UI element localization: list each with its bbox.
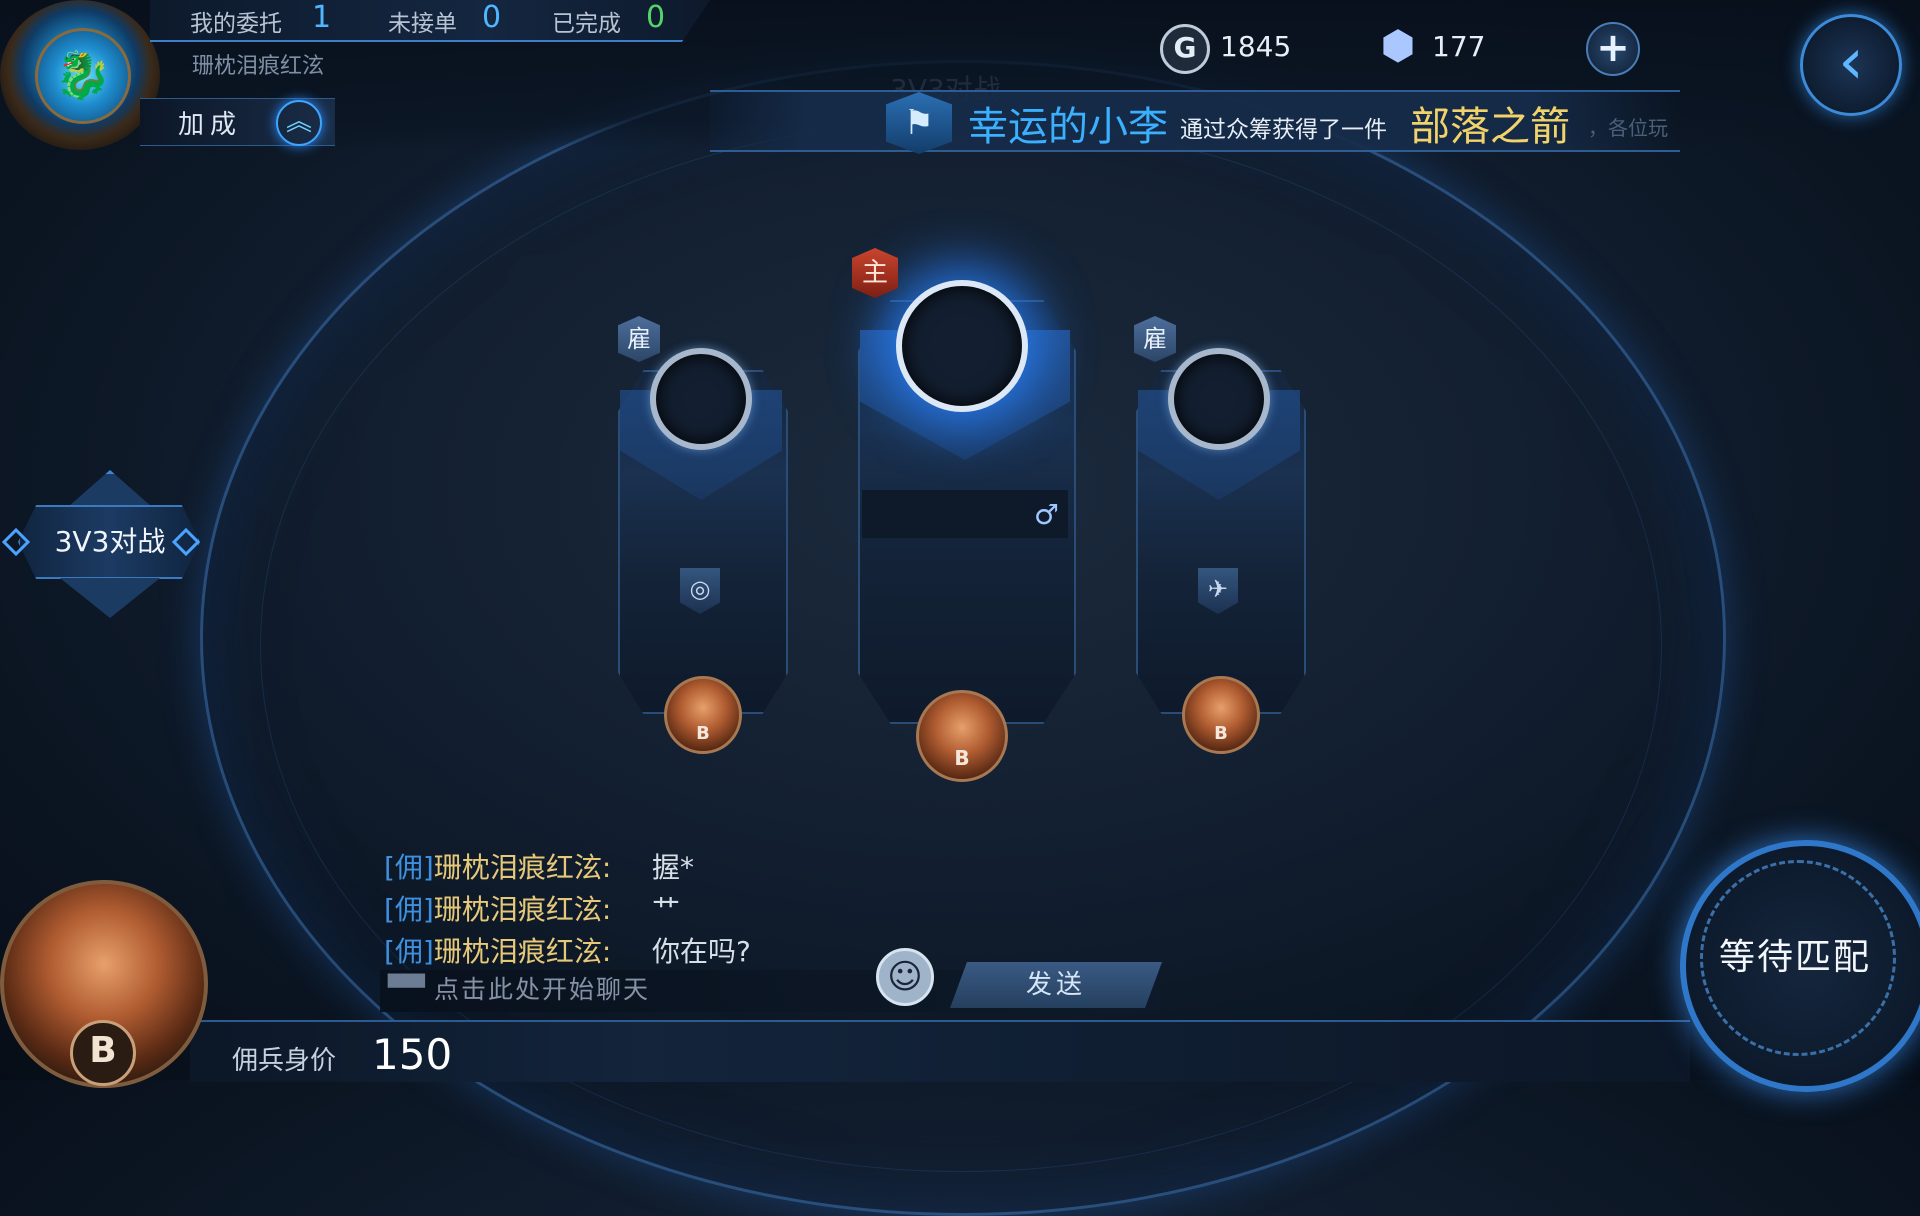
banner-icon: ⚑ (886, 92, 952, 154)
add-currency-button[interactable]: + (1586, 22, 1640, 76)
chat-sender: 珊枕泪痕红泫: (433, 851, 612, 884)
chat-tag: [佣] (384, 935, 434, 968)
rank-medal-left: B (664, 676, 742, 754)
chat-message: [佣]珊枕泪痕红泫: (384, 888, 611, 928)
gold-amount: 1845 (1220, 30, 1292, 63)
chat-tag: [佣] (384, 893, 434, 926)
hire-badge-right: 雇 (1134, 316, 1176, 362)
gem-cube-icon: ⬢ (1380, 23, 1416, 69)
back-button[interactable]: ‹ (1800, 14, 1902, 116)
chat-text: 艹 (652, 893, 681, 926)
rank-medal-right: B (1182, 676, 1260, 754)
send-button[interactable]: 发送 (950, 962, 1162, 1008)
chat-tag: [佣] (384, 851, 434, 884)
match-label[interactable]: 等待匹配 (1700, 928, 1890, 980)
stat-value-completed: 0 (646, 0, 666, 35)
chat-text: 握* (652, 851, 695, 884)
announcement-text: 通过众筹获得了一件 (1180, 117, 1387, 143)
emoji-button[interactable]: ☺ (876, 948, 934, 1006)
announcement-item: 部落之箭 (1410, 104, 1570, 150)
stat-value-unaccepted: 0 (482, 0, 502, 35)
mode-chevron-bottom (60, 578, 160, 618)
bonus-label: 加成 (178, 110, 243, 140)
chat-message: [佣]珊枕泪痕红泫: (384, 846, 611, 886)
chat-sender: 珊枕泪痕红泫: (433, 893, 612, 926)
host-badge: 主 (852, 248, 898, 298)
mercenary-value-label: 佣兵身价 (232, 1046, 337, 1076)
chat-bubble-icon: ▀▀ (388, 974, 425, 1002)
stat-label-completed: 已完成 (552, 11, 621, 37)
chat-sender: 珊枕泪痕红泫: (433, 935, 612, 968)
stat-label-my-orders: 我的委托 (190, 11, 282, 37)
avatar-center[interactable] (896, 280, 1028, 412)
mercenary-value: 150 (372, 1030, 453, 1079)
chat-message: [佣]珊枕泪痕红泫: (384, 930, 611, 970)
hire-badge-left: 雇 (618, 316, 660, 362)
gem-amount: 177 (1432, 30, 1486, 63)
announcement-tail: ，各位玩 (1588, 116, 1668, 140)
chat-placeholder[interactable]: 点击此处开始聊天 (434, 970, 650, 1006)
gold-coin-icon: G (1160, 24, 1210, 74)
player-name: 珊枕泪痕红泫 (192, 54, 325, 79)
chevron-up-icon[interactable]: ︽ (276, 100, 322, 146)
chat-text: 你在吗? (652, 935, 751, 968)
male-icon: ♂ (1034, 498, 1060, 531)
rank-medal-center: B (916, 690, 1008, 782)
mode-label: 3V3对战 (54, 525, 166, 558)
avatar-right[interactable] (1168, 348, 1270, 450)
avatar-left[interactable] (650, 348, 752, 450)
stat-label-unaccepted: 未接单 (388, 11, 457, 37)
announcement-player: 幸运的小李 (968, 104, 1168, 150)
stat-value-my-orders: 1 (312, 0, 332, 35)
dragon-icon: 🐉 (35, 28, 131, 124)
rank-letter: B (70, 1020, 136, 1086)
